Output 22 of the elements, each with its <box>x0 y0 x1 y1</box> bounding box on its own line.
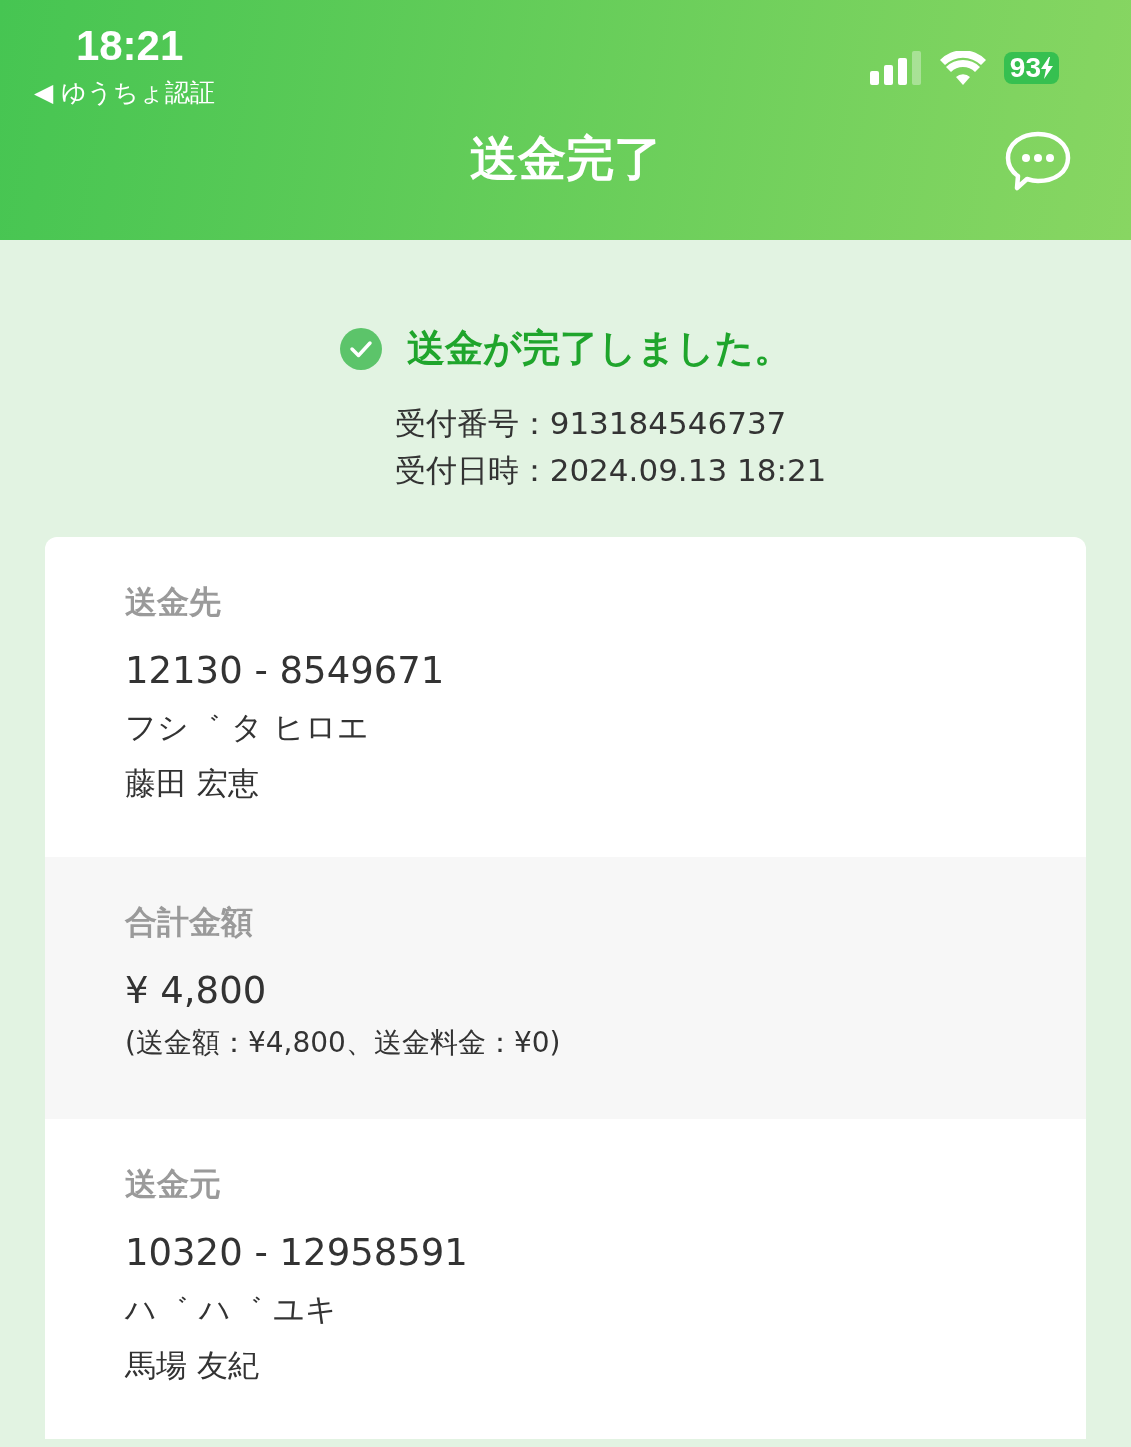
success-message: 送金が完了しました。 <box>407 325 792 372</box>
account-name: フシ゛ タ ヒロエ <box>125 708 369 747</box>
signal-icon <box>869 51 922 85</box>
chat-icon[interactable] <box>1005 131 1071 191</box>
section-label: 送金先 <box>125 582 221 623</box>
status-time: 18:21 <box>75 22 184 70</box>
back-to-app-link[interactable]: ◀ ゆうちょ認証 <box>34 76 216 109</box>
account-name: 藤田 宏恵 <box>125 764 259 803</box>
section-label: 合計金額 <box>125 902 253 943</box>
total-amount: ¥ 4,800 <box>125 968 267 1014</box>
account-number: 10320 - 12958591 <box>125 1230 468 1276</box>
account-number: 12130 - 8549671 <box>125 648 445 694</box>
screen-title: 送金完了 <box>469 129 662 188</box>
receipt-detail: 受付日時：2024.09.13 18:21 <box>394 451 827 490</box>
battery-icon: 93 <box>1003 52 1059 84</box>
amount-breakdown: (送金額：¥4,800、送金料金：¥0) <box>125 1025 561 1061</box>
account-name: ハ゛ ハ゛ ユキ <box>125 1290 337 1329</box>
check-circle-icon <box>339 326 383 371</box>
receipt-detail: 受付番号：913184546737 <box>394 404 788 443</box>
section-label: 送金元 <box>125 1164 221 1205</box>
account-name: 馬場 友紀 <box>125 1346 259 1385</box>
wifi-icon <box>939 51 986 85</box>
